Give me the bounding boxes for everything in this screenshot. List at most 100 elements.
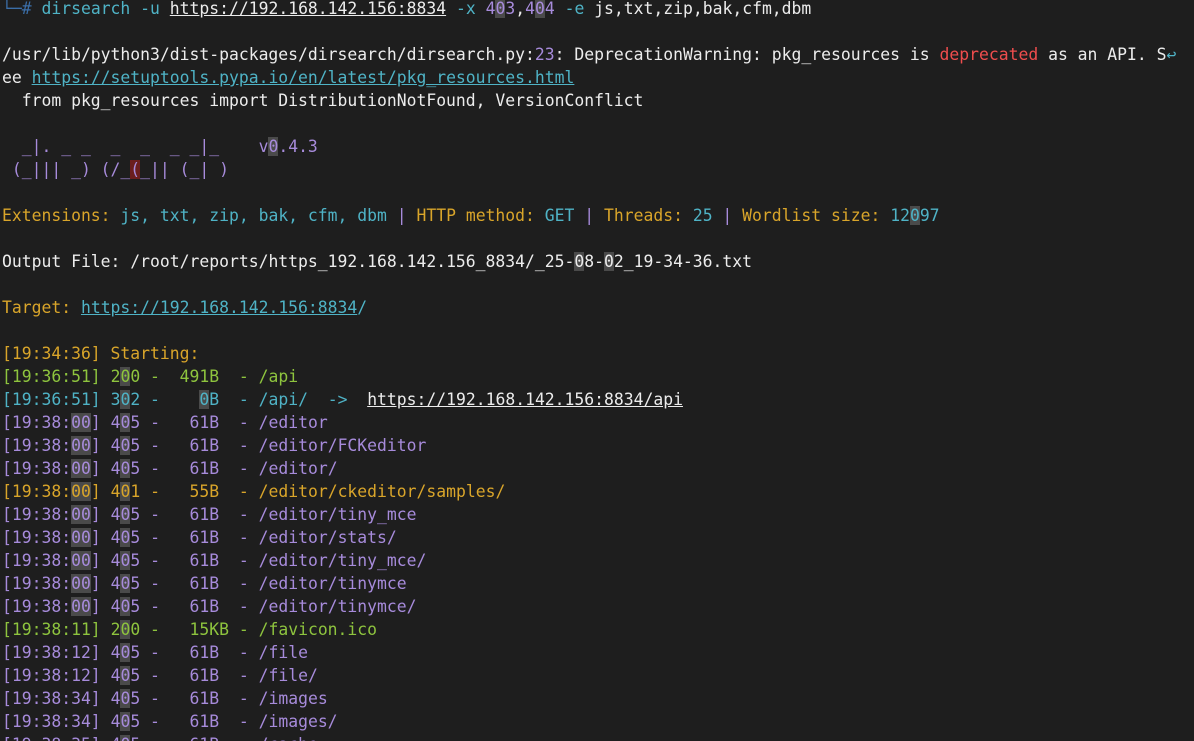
command-program: dirsearch bbox=[41, 0, 131, 18]
command-url[interactable]: https://192.168.142.156:8834 bbox=[170, 0, 446, 18]
result-timestamp: [19:36:51] bbox=[2, 367, 111, 386]
result-status-code-hl: 0 bbox=[120, 390, 131, 409]
result-size: - 61B - bbox=[140, 712, 259, 731]
result-timestamp-end: ] bbox=[90, 574, 111, 593]
result-size: - 61B - bbox=[140, 436, 259, 455]
result-row: [19:38:00] 405 - 61B - /editor bbox=[2, 411, 328, 434]
result-status-code-hl: 0 bbox=[120, 459, 131, 478]
result-status-code: 4 bbox=[110, 712, 121, 731]
result-timestamp-end: ] bbox=[90, 413, 111, 432]
result-status-code-end: 5 bbox=[130, 712, 141, 731]
result-timestamp-hl: 00 bbox=[71, 597, 91, 616]
deprecation-warning-cont: ee https://setuptools.pypa.io/en/latest/… bbox=[2, 66, 574, 89]
command-flag-u: -u bbox=[130, 0, 170, 18]
exclude-sep: , bbox=[515, 0, 526, 18]
banner-version: v bbox=[258, 137, 269, 156]
result-path: /editor bbox=[258, 413, 328, 432]
result-size: - 61B - bbox=[140, 505, 259, 524]
result-status-code-end: 5 bbox=[130, 505, 141, 524]
target-url-slash: / bbox=[357, 298, 368, 317]
result-status-code-end: 2 bbox=[130, 390, 141, 409]
http-method-value: GET bbox=[534, 206, 575, 225]
result-timestamp: [19:38: bbox=[2, 574, 72, 593]
target-url[interactable]: https://192.168.142.156:8834 bbox=[81, 298, 357, 317]
warning-deprecated-word: deprecated bbox=[939, 45, 1039, 64]
command-extensions: js,txt,zip,bak,cfm,dbm bbox=[594, 0, 812, 18]
result-status-code-hl: 0 bbox=[120, 735, 131, 741]
command-line: └─# dirsearch -u https://192.168.142.156… bbox=[2, 0, 811, 20]
output-file-path-end: 2_19-34-36.txt bbox=[613, 252, 753, 271]
warning-message-end: as an API. S bbox=[1038, 45, 1167, 64]
target-line: Target: https://192.168.142.156:8834/ bbox=[2, 296, 367, 319]
output-file-path-hl: 0 bbox=[574, 252, 585, 271]
result-path: /images bbox=[258, 689, 328, 708]
result-path: /editor/tiny_mce bbox=[258, 505, 417, 524]
banner-art-2-end: _|| (_| ) bbox=[140, 160, 229, 179]
wordlist-size-label: Wordlist size: bbox=[742, 206, 881, 225]
result-timestamp: [19:38: bbox=[2, 459, 72, 478]
result-row: [19:38:00] 405 - 61B - /editor/FCKeditor bbox=[2, 434, 426, 457]
result-row: [19:38:00] 401 - 55B - /editor/ckeditor/… bbox=[2, 480, 505, 503]
result-timestamp-hl: 00 bbox=[71, 482, 91, 501]
result-size: - 61B - bbox=[140, 666, 259, 685]
result-status-code: 4 bbox=[110, 528, 121, 547]
result-status-code-end: 5 bbox=[130, 528, 141, 547]
result-row: [19:36:51] 200 - 491B - /api bbox=[2, 365, 298, 388]
result-timestamp: [19:38: bbox=[2, 597, 72, 616]
result-status-code-end: 5 bbox=[130, 689, 141, 708]
result-timestamp-hl: 00 bbox=[71, 436, 91, 455]
result-timestamp-end: ] bbox=[90, 505, 111, 524]
result-timestamp: [19:36:51] bbox=[2, 390, 111, 409]
result-status-code: 4 bbox=[110, 666, 121, 685]
result-status-code: 4 bbox=[110, 551, 121, 570]
result-row: [19:38:00] 405 - 61B - /editor/tinymce bbox=[2, 572, 407, 595]
result-status-code-end: 1 bbox=[130, 482, 141, 501]
result-timestamp-hl: 00 bbox=[71, 505, 91, 524]
result-size: - 61B - bbox=[140, 551, 259, 570]
result-row: [19:38:12] 405 - 61B - /file/ bbox=[2, 664, 318, 687]
result-path: /file/ bbox=[258, 666, 318, 685]
result-row: [19:38:00] 405 - 61B - /editor/stats/ bbox=[2, 526, 397, 549]
warning-lineno: 23 bbox=[534, 45, 555, 64]
result-redirect-link[interactable]: https://192.168.142.156:8834/api bbox=[367, 390, 683, 409]
result-size: - bbox=[140, 390, 200, 409]
setuptools-doc-link[interactable]: https://setuptools.pypa.io/en/latest/pkg… bbox=[32, 68, 575, 87]
exclude-code-a-end: 3 bbox=[505, 0, 516, 18]
config-summary: Extensions: js, txt, zip, bak, cfm, dbm … bbox=[2, 204, 940, 227]
result-status-code: 2 bbox=[110, 620, 121, 639]
result-timestamp: [19:38:12] bbox=[2, 643, 111, 662]
output-file-line: Output File: /root/reports/https_192.168… bbox=[2, 250, 752, 273]
config-separator: | bbox=[386, 206, 417, 225]
banner-art-2: (_||| _) (/_ bbox=[2, 160, 131, 179]
exclude-code-b-end: 4 bbox=[544, 0, 555, 18]
result-path: /file bbox=[258, 643, 308, 662]
result-path: /editor/tinymce/ bbox=[258, 597, 417, 616]
warning-path: /usr/lib/python3/dist-packages/dirsearch… bbox=[2, 45, 526, 64]
result-status-code-hl: 0 bbox=[120, 505, 131, 524]
dirsearch-banner-line-1: _|. _ _ _ _ _ _|_ v0.4.3 bbox=[2, 135, 318, 158]
result-status-code-hl: 0 bbox=[120, 528, 131, 547]
terminal-window[interactable]: └─# dirsearch -u https://192.168.142.156… bbox=[0, 0, 1194, 741]
result-row: [19:38:00] 405 - 61B - /editor/tiny_mce/ bbox=[2, 549, 426, 572]
result-timestamp: [19:38:11] bbox=[2, 620, 111, 639]
http-method-label: HTTP method: bbox=[416, 206, 535, 225]
result-timestamp-end: ] bbox=[90, 551, 111, 570]
result-status-code-end: 0 bbox=[130, 620, 141, 639]
result-timestamp: [19:38: bbox=[2, 528, 72, 547]
result-row: [19:38:35] 405 - 61B - /cache bbox=[2, 733, 318, 741]
banner-art-2-hl: ( bbox=[130, 160, 141, 179]
result-status-code-end: 5 bbox=[130, 574, 141, 593]
result-status-code-hl: 0 bbox=[120, 620, 131, 639]
result-status-code-end: 5 bbox=[130, 735, 140, 741]
result-size: - 61B - bbox=[140, 459, 259, 478]
result-status-code-hl: 0 bbox=[120, 551, 131, 570]
result-timestamp-hl: 00 bbox=[71, 574, 91, 593]
output-file-path-hl: 0 bbox=[603, 252, 614, 271]
warning-colon: : bbox=[525, 45, 535, 64]
warning-continuation: ee bbox=[2, 68, 32, 87]
result-status-code-end: 5 bbox=[130, 459, 141, 478]
result-timestamp-end: ] bbox=[90, 528, 111, 547]
result-timestamp-end: ] bbox=[90, 482, 111, 501]
result-row: [19:36:51] 302 - 0B - /api/ -> https://1… bbox=[2, 388, 683, 411]
result-timestamp: [19:38:34] bbox=[2, 689, 111, 708]
